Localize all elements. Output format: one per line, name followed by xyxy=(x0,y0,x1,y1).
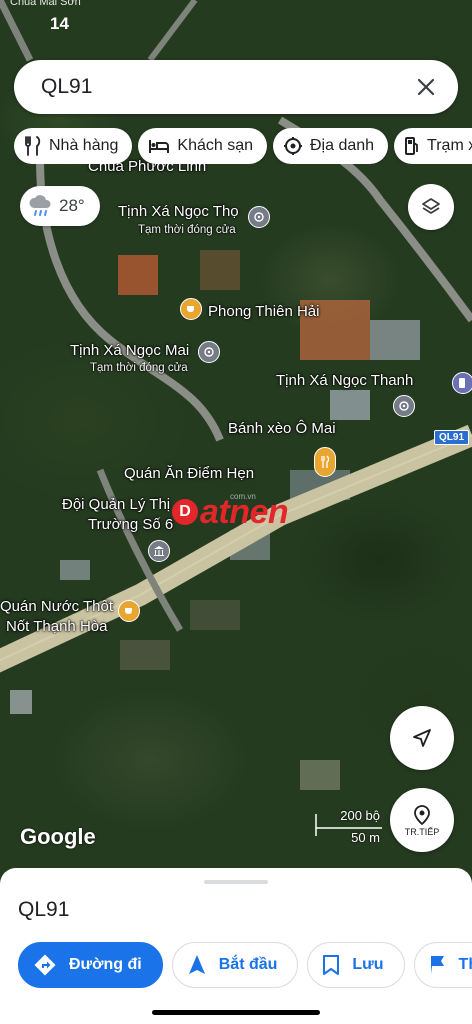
save-label: Lưu xyxy=(352,956,384,973)
place-label-banh-xeo[interactable]: Bánh xèo Ô Mai xyxy=(228,420,336,437)
chip-label: Trạm xăng xyxy=(427,137,472,154)
status-time: 14 xyxy=(50,14,69,33)
category-chips: Nhà hàng Khách sạn Địa danh Trạm xăng xyxy=(14,128,472,164)
temple-icon[interactable] xyxy=(198,341,220,363)
hotel-icon xyxy=(149,140,170,153)
temple-icon[interactable] xyxy=(393,395,415,417)
sheet-drag-handle[interactable] xyxy=(204,880,268,884)
route-shield: QL91 xyxy=(434,430,470,445)
government-building-icon[interactable] xyxy=(148,540,170,562)
flag-icon xyxy=(430,956,444,974)
watermark-letter: D xyxy=(172,499,198,525)
start-button[interactable]: Bắt đầu xyxy=(171,942,299,988)
watermark-logo: D atnen com.vn xyxy=(172,488,289,536)
scale-imperial: 200 bộ xyxy=(340,808,380,823)
landmark-icon xyxy=(284,137,302,155)
start-label: Bắt đầu xyxy=(218,956,278,973)
label-label: Thêm nhãn xyxy=(458,956,472,973)
place-label-tinh-xa-ngoc-mai[interactable]: Tịnh Xá Ngọc Mai xyxy=(70,342,189,359)
label-button[interactable]: Thêm nhãn xyxy=(413,942,472,988)
bookmark-icon xyxy=(323,955,340,975)
directions-button[interactable]: Đường đi xyxy=(18,942,163,988)
gas-station-map-icon[interactable] xyxy=(452,372,472,394)
chip-restaurants[interactable]: Nhà hàng xyxy=(14,128,133,164)
home-indicator xyxy=(152,1010,320,1015)
place-label-doi-quan-ly-line1[interactable]: Đội Quản Lý Thị xyxy=(62,496,170,513)
chip-label: Nhà hàng xyxy=(49,137,119,154)
place-label-doi-quan-ly-line2[interactable]: Trường Số 6 xyxy=(88,516,173,533)
layers-icon xyxy=(422,198,440,214)
place-bottom-sheet[interactable]: QL91 Đường đi Bắt đầu Lưu Thêm nhãn xyxy=(0,868,472,1024)
weather-badge[interactable]: 28° xyxy=(20,186,100,226)
temple-icon[interactable] xyxy=(248,206,270,228)
close-icon[interactable] xyxy=(414,75,438,99)
place-status-tinh-xa-ngoc-mai: Tạm thời đóng cửa xyxy=(90,362,188,374)
chip-label: Khách sạn xyxy=(177,137,253,154)
status-top-label: Chùa Mai Sơn xyxy=(10,0,81,8)
sheet-actions: Đường đi Bắt đầu Lưu Thêm nhãn xyxy=(18,942,472,988)
place-label-quan-nuoc-line2[interactable]: Nốt Thạnh Hòa xyxy=(6,618,107,635)
directions-icon xyxy=(34,954,56,976)
sheet-title: QL91 xyxy=(18,898,70,921)
search-bar[interactable]: QL91 xyxy=(14,60,458,114)
place-label-tinh-xa-ngoc-thanh[interactable]: Tịnh Xá Ngọc Thanh xyxy=(276,372,413,389)
weather-temperature: 28° xyxy=(59,196,85,215)
chip-gas-stations[interactable]: Trạm xăng xyxy=(394,128,472,164)
cafe-icon[interactable] xyxy=(118,600,140,622)
chip-label: Địa danh xyxy=(310,137,375,154)
place-status-tinh-xa-ngoc-tho: Tạm thời đóng cửa xyxy=(138,224,236,236)
place-label-phong-thien-hai[interactable]: Phong Thiên Hải xyxy=(208,303,319,320)
restaurant-map-icon[interactable] xyxy=(314,447,336,477)
cafe-icon[interactable] xyxy=(180,298,202,320)
chip-hotels[interactable]: Khách sạn xyxy=(138,128,267,164)
directions-label: Đường đi xyxy=(69,956,142,973)
gas-station-icon xyxy=(405,137,418,155)
watermark-small: com.vn xyxy=(230,492,256,501)
restaurant-icon xyxy=(25,136,41,156)
google-attribution: Google xyxy=(20,824,96,849)
place-label-quan-an[interactable]: Quán Ăn Điểm Hẹn xyxy=(124,465,254,482)
map-view[interactable]: Chùa Mai Sơn 14 Chùa Phước Linh Tịnh Xá … xyxy=(0,0,472,880)
scale-bar: 200 bộ 50 m xyxy=(314,808,386,848)
chip-landmarks[interactable]: Địa danh xyxy=(273,128,389,164)
rain-cloud-icon xyxy=(29,195,51,216)
place-label-tinh-xa-ngoc-tho[interactable]: Tịnh Xá Ngọc Thọ xyxy=(118,203,239,220)
search-query[interactable]: QL91 xyxy=(41,75,414,99)
save-button[interactable]: Lưu xyxy=(307,942,405,988)
navigation-arrow-icon xyxy=(188,955,205,974)
layers-button[interactable] xyxy=(408,184,454,230)
scale-metric: 50 m xyxy=(351,830,380,845)
place-label-quan-nuoc-line1[interactable]: Quán Nước Thốt xyxy=(0,598,113,615)
directions-fab-label: TR.TIẾP xyxy=(404,826,440,837)
my-location-button[interactable] xyxy=(390,706,454,770)
navigation-arrow-icon xyxy=(413,729,431,747)
directions-fab[interactable]: TR.TIẾP xyxy=(390,788,454,852)
place-pin-icon xyxy=(414,804,430,825)
